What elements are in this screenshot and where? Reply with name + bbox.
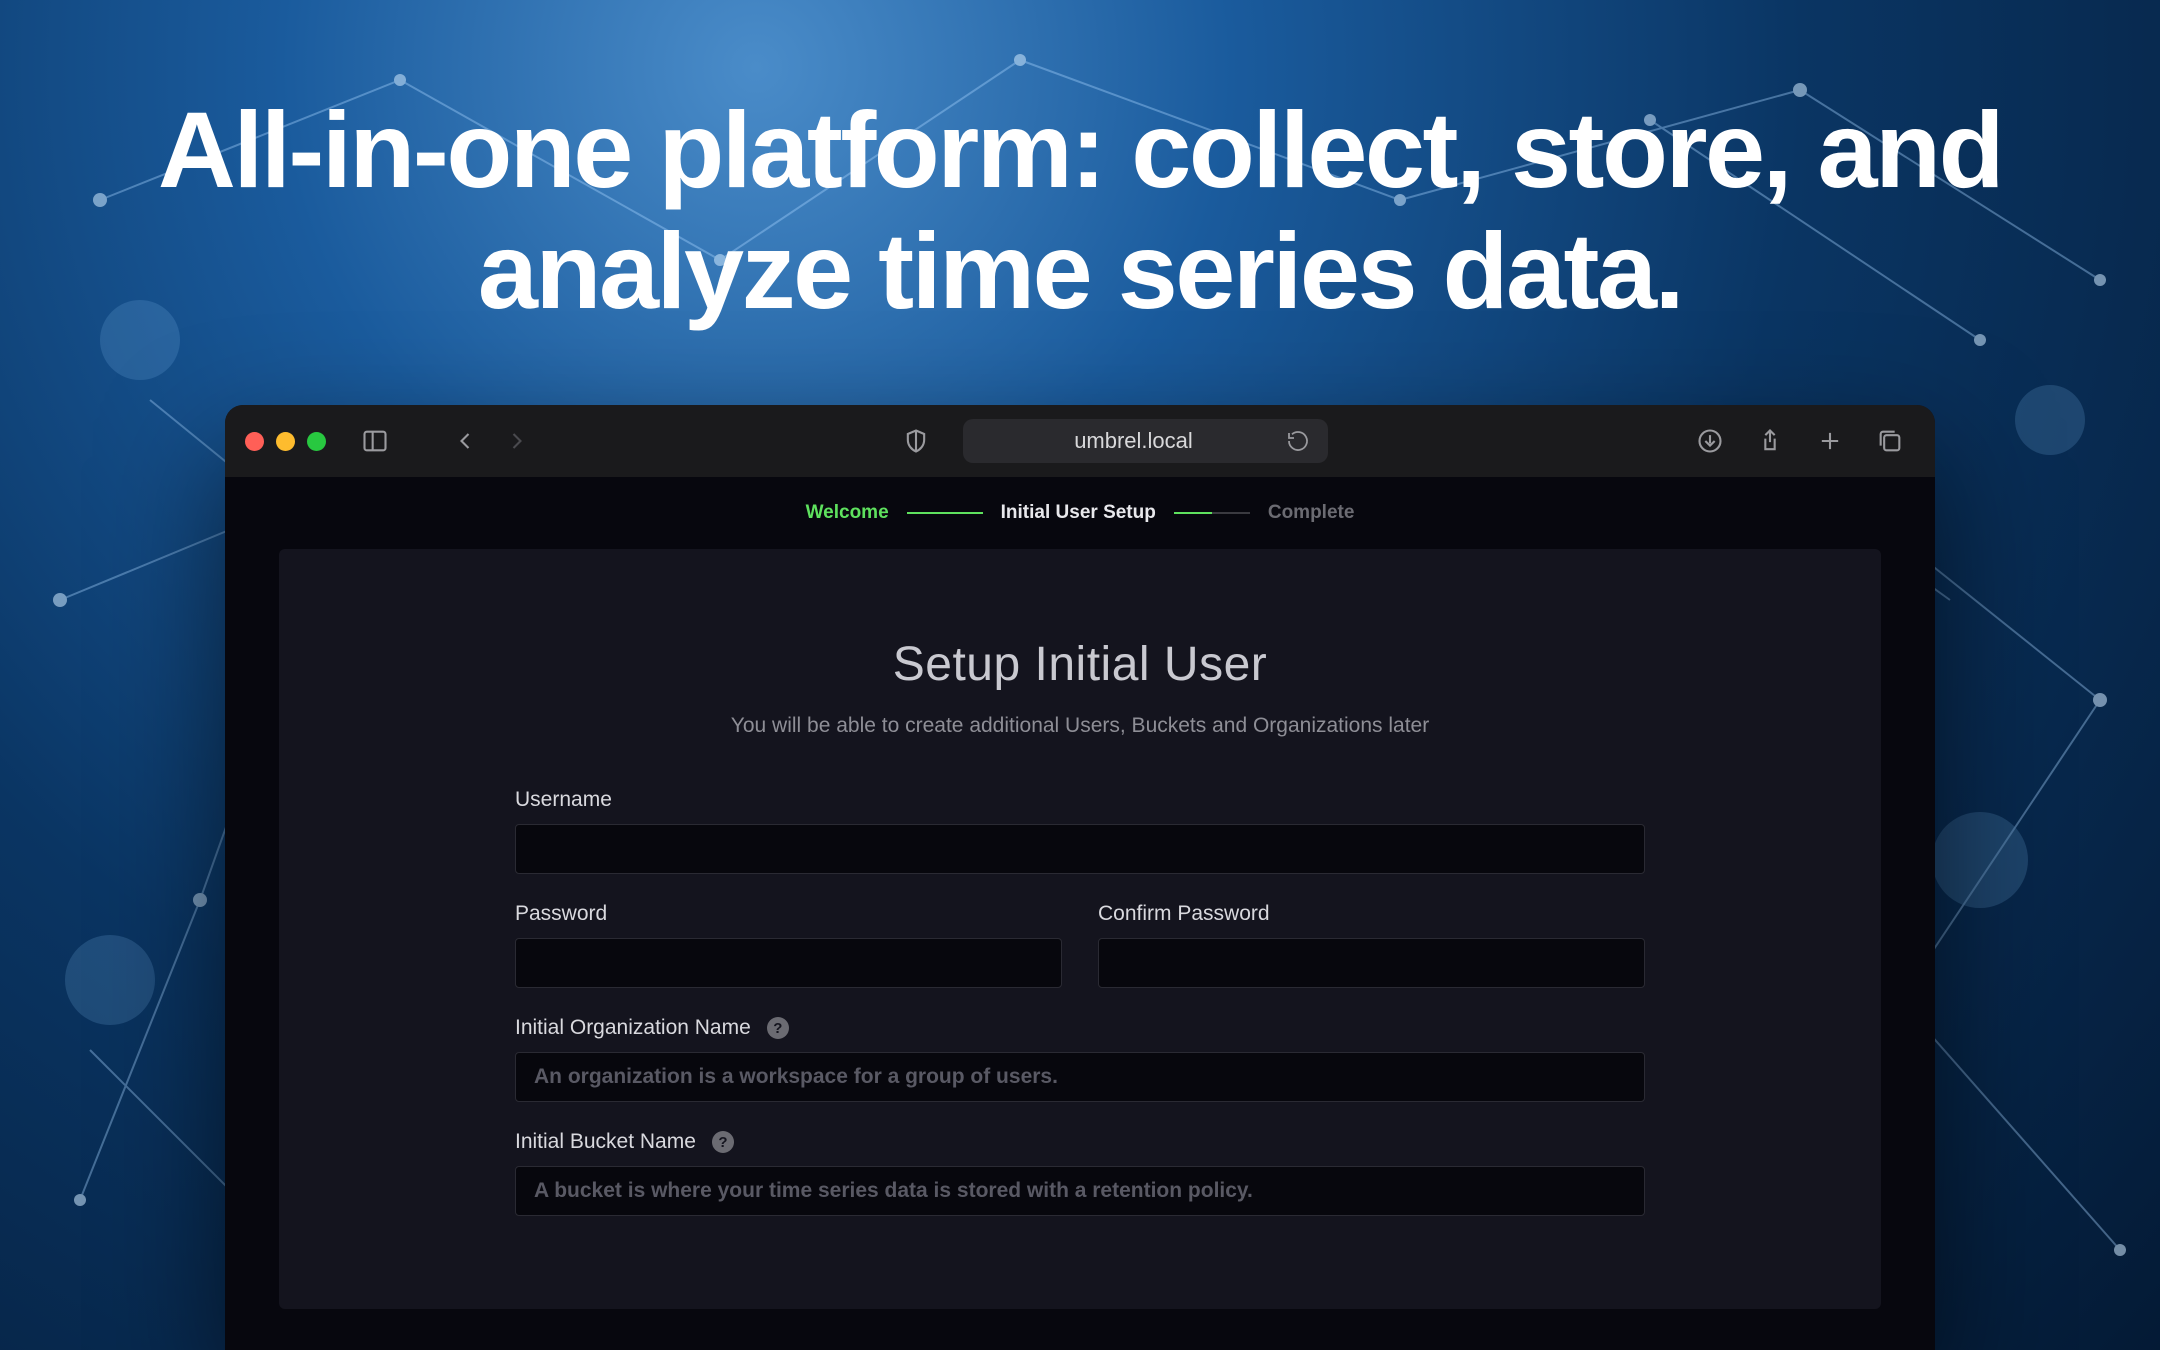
window-controls (245, 432, 326, 451)
step-welcome[interactable]: Welcome (806, 502, 889, 524)
reload-icon[interactable] (1286, 429, 1310, 453)
step-line (907, 512, 983, 514)
shield-icon[interactable] (899, 424, 933, 458)
browser-toolbar: umbrel.local (225, 405, 1935, 477)
url-text: umbrel.local (981, 428, 1286, 454)
setup-stepper: Welcome Initial User Setup Complete (225, 477, 1935, 549)
card-subtitle: You will be able to create additional Us… (339, 714, 1821, 738)
initial-user-form: Username Password Confirm Password I (515, 788, 1645, 1216)
back-icon[interactable] (448, 424, 482, 458)
minimize-window-button[interactable] (276, 432, 295, 451)
new-tab-icon[interactable] (1813, 424, 1847, 458)
password-label: Password (515, 902, 1062, 926)
org-name-label: Initial Organization Name ? (515, 1016, 1645, 1040)
info-icon[interactable]: ? (767, 1017, 789, 1039)
confirm-password-input[interactable] (1098, 938, 1645, 988)
downloads-icon[interactable] (1693, 424, 1727, 458)
sidebar-toggle-icon[interactable] (358, 424, 392, 458)
org-name-label-text: Initial Organization Name (515, 1016, 751, 1040)
step-line (1174, 512, 1250, 514)
maximize-window-button[interactable] (307, 432, 326, 451)
step-complete[interactable]: Complete (1268, 502, 1355, 524)
forward-icon[interactable] (500, 424, 534, 458)
step-initial-user[interactable]: Initial User Setup (1001, 502, 1156, 524)
confirm-password-label: Confirm Password (1098, 902, 1645, 926)
close-window-button[interactable] (245, 432, 264, 451)
browser-window: umbrel.local Welcome Initial User (225, 405, 1935, 1350)
card-title: Setup Initial User (339, 637, 1821, 692)
username-input[interactable] (515, 824, 1645, 874)
tabs-icon[interactable] (1873, 424, 1907, 458)
username-label: Username (515, 788, 1645, 812)
bucket-name-input[interactable] (515, 1166, 1645, 1216)
bucket-name-label: Initial Bucket Name ? (515, 1130, 1645, 1154)
info-icon[interactable]: ? (712, 1131, 734, 1153)
org-name-input[interactable] (515, 1052, 1645, 1102)
marketing-headline: All-in-one platform: collect, store, and… (0, 0, 2160, 332)
address-bar[interactable]: umbrel.local (963, 419, 1328, 463)
setup-card: Setup Initial User You will be able to c… (279, 549, 1881, 1309)
share-icon[interactable] (1753, 424, 1787, 458)
page-content: Welcome Initial User Setup Complete Setu… (225, 477, 1935, 1350)
password-input[interactable] (515, 938, 1062, 988)
bucket-name-label-text: Initial Bucket Name (515, 1130, 696, 1154)
